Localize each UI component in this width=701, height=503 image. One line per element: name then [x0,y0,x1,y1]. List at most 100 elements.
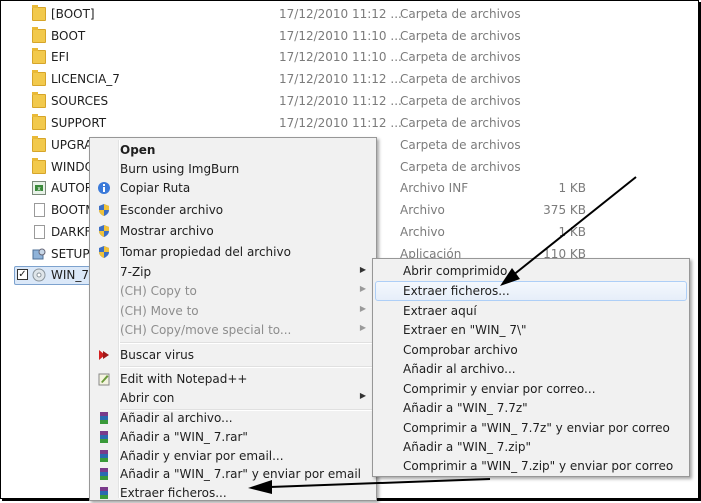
menu-item-copy-to[interactable]: (CH) Copy to ▶ [92,281,374,301]
folder-icon [32,70,46,86]
file-name: WIN_7 [51,268,90,282]
submenu-item-abrir-comprimido[interactable]: Abrir comprimido [375,261,687,281]
menu-item-7zip[interactable]: 7-Zip ▶ [92,262,374,282]
file-type: Carpeta de archivos [400,160,521,174]
file-type: Carpeta de archivos [400,50,521,64]
folder-icon [32,92,46,108]
submenu-item-extraer-en[interactable]: Extraer en "WIN_ 7\" [375,320,687,340]
file-row[interactable]: LICENCIA_7 17/12/2010 11:12 ... Carpeta … [14,69,694,90]
submenu-item-anadir-7z[interactable]: Añadir a "WIN_ 7.7z" [375,398,687,418]
file-type: Carpeta de archivos [400,72,521,86]
menu-item-abrir-con[interactable]: Abrir con ▶ [92,388,374,408]
menu-item-mostrar[interactable]: Mostrar archivo [92,221,374,241]
submenu-item-extraer-ficheros[interactable]: Extraer ficheros... [375,281,687,301]
winrar-icon [97,430,111,444]
menu-item-label: Añadir a "WIN_ 7.7z" [403,401,528,415]
submenu-arrow-icon: ▶ [359,323,366,332]
file-name: [BOOT] [51,7,95,21]
disc-image-icon [32,268,46,282]
file-type: Carpeta de archivos [400,138,521,152]
file-date: 17/12/2010 11:10 ... [279,29,402,43]
menu-item-move-to[interactable]: (CH) Move to ▶ [92,301,374,321]
file-date: 17/12/2010 11:12 ... [279,116,402,130]
menu-item-anadir-rar[interactable]: Añadir a "WIN_ 7.rar" [92,427,374,447]
inf-file-icon: x [32,181,46,195]
menu-item-label: Comprimir a "WIN_ 7.7z" y enviar por cor… [403,421,670,435]
file-type: Archivo [400,225,445,239]
context-menu: Open Burn using ImgBurn Copiar Ruta Esco… [89,137,377,501]
file-name: AUTOR [51,181,94,195]
item-checkbox[interactable]: ✓ [17,269,28,280]
menu-item-label: Añadir y enviar por email... [120,449,284,463]
setup-app-icon [32,247,46,261]
file-size: 375 KB [543,203,586,217]
file-name: SETUP [51,247,90,261]
file-icon [34,225,45,239]
menu-item-anadir-rar-email[interactable]: Añadir a "WIN_ 7.rar" y enviar por email [92,464,374,484]
folder-icon [32,136,46,152]
file-row[interactable]: [BOOT] 17/12/2010 11:12 ... Carpeta de a… [14,4,694,25]
submenu-arrow-icon: ▶ [359,284,366,293]
file-date: 17/12/2010 11:12 ... [279,7,402,21]
menu-item-buscar-virus[interactable]: Buscar virus [92,345,374,365]
menu-item-label: Esconder archivo [120,203,224,217]
menu-item-label: Extraer ficheros... [403,284,510,298]
menu-item-anadir-email[interactable]: Añadir y enviar por email... [92,446,374,466]
info-icon [97,181,111,195]
menu-item-label: (CH) Copy to [120,284,197,298]
menu-item-label: (CH) Copy/move special to... [120,323,292,337]
file-type: Carpeta de archivos [400,116,521,130]
notepad-plus-plus-icon [97,372,111,386]
submenu-item-anadir-zip[interactable]: Añadir a "WIN_ 7.zip" [375,437,687,457]
submenu-item-comprimir-zip-enviar[interactable]: Comprimir a "WIN_ 7.zip" y enviar por co… [375,456,687,476]
menu-item-tomar-propiedad[interactable]: Tomar propiedad del archivo [92,242,374,262]
menu-item-copy-move-special[interactable]: (CH) Copy/move special to... ▶ [92,320,374,340]
submenu-arrow-icon: ▶ [359,391,366,400]
menu-item-label: Buscar virus [120,348,195,362]
menu-item-label: Extraer en "WIN_ 7\" [403,323,527,337]
menu-item-label: Añadir a "WIN_ 7.rar" [120,430,248,444]
menu-item-label: Copiar Ruta [120,181,191,195]
menu-item-label: Comprimir y enviar por correo... [403,382,596,396]
menu-item-extraer-ficheros[interactable]: Extraer ficheros... [92,483,374,503]
submenu-item-comprimir-7z-enviar[interactable]: Comprimir a "WIN_ 7.7z" y enviar por cor… [375,418,687,438]
file-row[interactable]: BOOT 17/12/2010 11:10 ... Carpeta de arc… [14,26,694,47]
menu-item-anadir-archivo[interactable]: Añadir al archivo... [92,408,374,428]
submenu-item-comprobar[interactable]: Comprobar archivo [375,340,687,360]
folder-icon [32,158,46,174]
menu-item-label: Extraer aquí [403,304,477,318]
menu-item-label: Abrir con [120,391,175,405]
menu-separator [120,342,374,344]
menu-item-edit-notepad[interactable]: Edit with Notepad++ [92,369,374,389]
svg-text:x: x [37,186,41,193]
file-icon [34,203,45,217]
file-name: BOOT [51,29,86,43]
menu-item-label: Extraer ficheros... [120,486,227,500]
uac-shield-icon [97,203,111,217]
menu-item-label: Añadir a "WIN_ 7.rar" y enviar por email [120,467,361,481]
winrar-icon [97,467,111,481]
file-name: SUPPORT [51,116,107,130]
file-name: SOURCES [51,94,109,108]
file-row[interactable]: EFI 17/12/2010 11:10 ... Carpeta de arch… [14,47,694,68]
submenu-item-anadir-archivo[interactable]: Añadir al archivo... [375,359,687,379]
menu-item-burn[interactable]: Burn using ImgBurn [92,159,374,179]
winrar-icon [97,449,111,463]
folder-icon [32,48,46,64]
menu-item-open[interactable]: Open [92,140,374,160]
submenu-item-comprimir-enviar[interactable]: Comprimir y enviar por correo... [375,379,687,399]
winrar-icon [97,486,111,500]
menu-item-label: Comprimir a "WIN_ 7.zip" y enviar por co… [403,459,674,473]
menu-item-label: Open [120,143,156,157]
menu-item-label: Edit with Notepad++ [120,372,248,386]
file-row[interactable]: SUPPORT 17/12/2010 11:12 ... Carpeta de … [14,113,694,134]
file-row[interactable]: SOURCES 17/12/2010 11:12 ... Carpeta de … [14,91,694,112]
menu-item-esconder[interactable]: Esconder archivo [92,200,374,220]
file-name: EFI [51,50,70,64]
menu-item-copiar-ruta[interactable]: Copiar Ruta [92,178,374,198]
submenu-item-extraer-aqui[interactable]: Extraer aquí [375,301,687,321]
file-size: 1 KB [558,181,586,195]
file-date: 17/12/2010 11:10 ... [279,50,402,64]
menu-item-label: Burn using ImgBurn [120,162,240,176]
menu-item-label: 7-Zip [120,265,152,279]
